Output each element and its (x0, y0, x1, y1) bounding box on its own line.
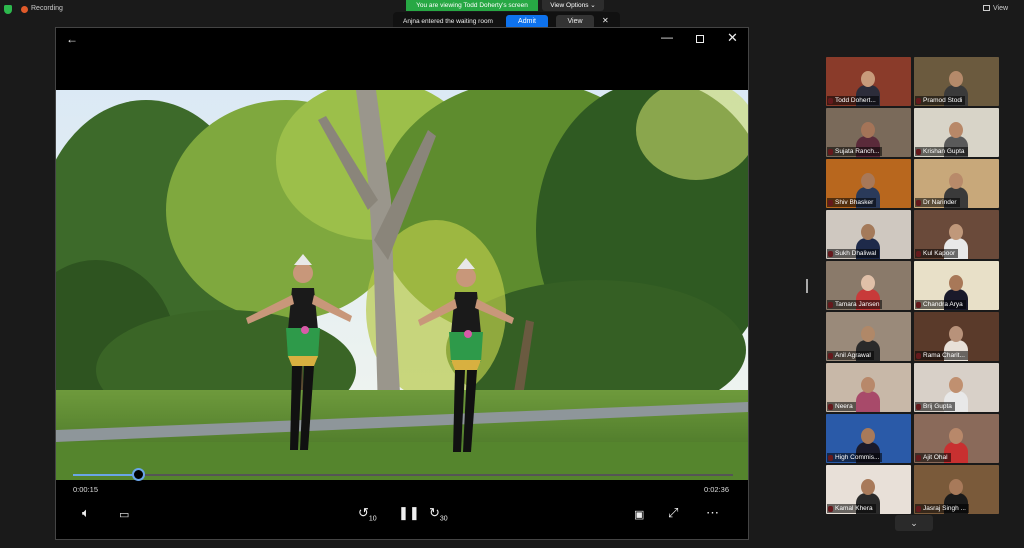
participant-head (861, 173, 875, 189)
view-layout-button[interactable]: View (983, 5, 1008, 12)
participant-head (949, 173, 963, 189)
participant-tile[interactable]: Sukh Dhaliwal (826, 210, 911, 259)
participant-head (949, 275, 963, 291)
participant-head (949, 122, 963, 138)
pause-icon[interactable]: ❚❚ (398, 506, 420, 520)
screen-share-banner: You are viewing Todd Doherty's screen (406, 0, 538, 11)
participant-tile[interactable]: Anil Agrawal (826, 312, 911, 361)
participant-tile[interactable]: Dr Narinder (914, 159, 999, 208)
participant-name: Todd Dohert... (827, 96, 879, 105)
participant-tile[interactable]: Krishan Gupta (914, 108, 999, 157)
volume-icon[interactable]: 🔈︎ (82, 506, 90, 520)
participant-tile[interactable]: Todd Dohert... (826, 57, 911, 106)
forward-button[interactable]: ↻30 (429, 506, 448, 527)
waiting-room-message: Anjna entered the waiting room (403, 18, 493, 25)
seek-bar-thumb[interactable] (131, 468, 145, 481)
mini-player-icon[interactable]: ▣ (634, 508, 644, 522)
participant-name: Tamara Jansen (827, 300, 883, 309)
participant-name: Jasraj Singh ... (915, 504, 969, 513)
minimize-icon[interactable]: — (661, 30, 673, 44)
seek-bar[interactable] (73, 468, 733, 481)
subtitles-icon[interactable]: ▭ (119, 508, 129, 522)
maximize-icon[interactable] (696, 35, 704, 43)
participant-tile[interactable]: Kamal Khera (826, 465, 911, 514)
participant-name: Anil Agrawal (827, 351, 874, 360)
participant-name: Dr Narinder (915, 198, 960, 207)
participant-head (861, 122, 875, 138)
rewind-button[interactable]: ↺10 (358, 506, 377, 527)
video-player-window: ← — ✕ 0:00:15 0:02:36 🔈︎ ▭ ↺10 ❚❚ ↻30 ▣ … (55, 27, 749, 540)
participant-body (856, 391, 880, 412)
view-layout-label: View (993, 5, 1009, 12)
participant-head (861, 275, 875, 291)
participant-head (949, 377, 963, 393)
participant-head (861, 479, 875, 495)
participant-name: Sukh Dhaliwal (827, 249, 880, 258)
participant-tile[interactable]: Ajit Ohal (914, 414, 999, 463)
view-options-label: View Options (550, 2, 589, 9)
fullscreen-icon[interactable]: ⤢ (668, 506, 678, 520)
chevron-down-icon: ⌄ (910, 518, 918, 528)
participant-tile[interactable]: Tamara Jansen (826, 261, 911, 310)
participant-name: High Commis... (827, 453, 883, 462)
gallery-resize-handle[interactable] (806, 279, 808, 293)
recording-label: Recording (31, 5, 63, 12)
participant-tile[interactable]: Brij Gupta (914, 363, 999, 412)
close-icon[interactable]: ✕ (602, 16, 609, 25)
participant-name: Shiv Bhasker (827, 198, 877, 207)
participant-head (861, 71, 875, 87)
participant-head (861, 326, 875, 342)
participant-name: Kamal Khera (827, 504, 876, 513)
participant-name: Chandra Arya (915, 300, 966, 309)
recording-dot-icon (21, 6, 28, 13)
participant-tile[interactable]: High Commis... (826, 414, 911, 463)
gallery-next-page-button[interactable]: ⌄ (895, 515, 933, 531)
participant-name: Brij Gupta (915, 402, 955, 411)
rewind-label: 10 (368, 515, 377, 523)
chevron-down-icon: ⌄ (590, 2, 596, 9)
participant-head (949, 479, 963, 495)
dance-video-scene (56, 90, 748, 480)
participant-head (949, 326, 963, 342)
participant-head (861, 377, 875, 393)
duration-time: 0:02:36 (704, 485, 730, 494)
participant-head (861, 428, 875, 444)
current-time: 0:00:15 (73, 485, 99, 494)
participant-name: Neera (827, 402, 856, 411)
participant-tile[interactable]: Pramod Stodi (914, 57, 999, 106)
participant-tile[interactable]: Sujata Ranch... (826, 108, 911, 157)
participant-name: Rama Charit... (915, 351, 968, 360)
participant-name: Kul Kapoor (915, 249, 959, 258)
more-options-icon[interactable]: ⋯ (706, 506, 719, 520)
participant-figure (856, 377, 880, 412)
participant-name: Krishan Gupta (915, 147, 968, 156)
seek-bar-fill (73, 474, 138, 476)
participant-tile[interactable]: Kul Kapoor (914, 210, 999, 259)
participant-head (949, 428, 963, 444)
participant-name: Ajit Ohal (915, 453, 951, 462)
view-options-button[interactable]: View Options ⌄ (542, 0, 604, 11)
video-frame[interactable] (56, 90, 748, 480)
participant-tile[interactable]: Neera (826, 363, 911, 412)
participant-head (949, 71, 963, 87)
participant-tile[interactable]: Rama Charit... (914, 312, 999, 361)
participant-tile[interactable]: Jasraj Singh ... (914, 465, 999, 514)
security-shield-icon[interactable] (4, 5, 12, 14)
participant-tile[interactable]: Shiv Bhasker (826, 159, 911, 208)
participant-name: Sujata Ranch... (827, 147, 883, 156)
participant-tile[interactable]: Chandra Arya (914, 261, 999, 310)
window-close-icon[interactable]: ✕ (727, 30, 738, 46)
grid-icon (983, 5, 990, 11)
participant-name: Pramod Stodi (915, 96, 966, 105)
participant-head (949, 224, 963, 240)
forward-label: 30 (439, 515, 448, 523)
participant-head (861, 224, 875, 240)
back-arrow-icon[interactable]: ← (66, 32, 78, 46)
